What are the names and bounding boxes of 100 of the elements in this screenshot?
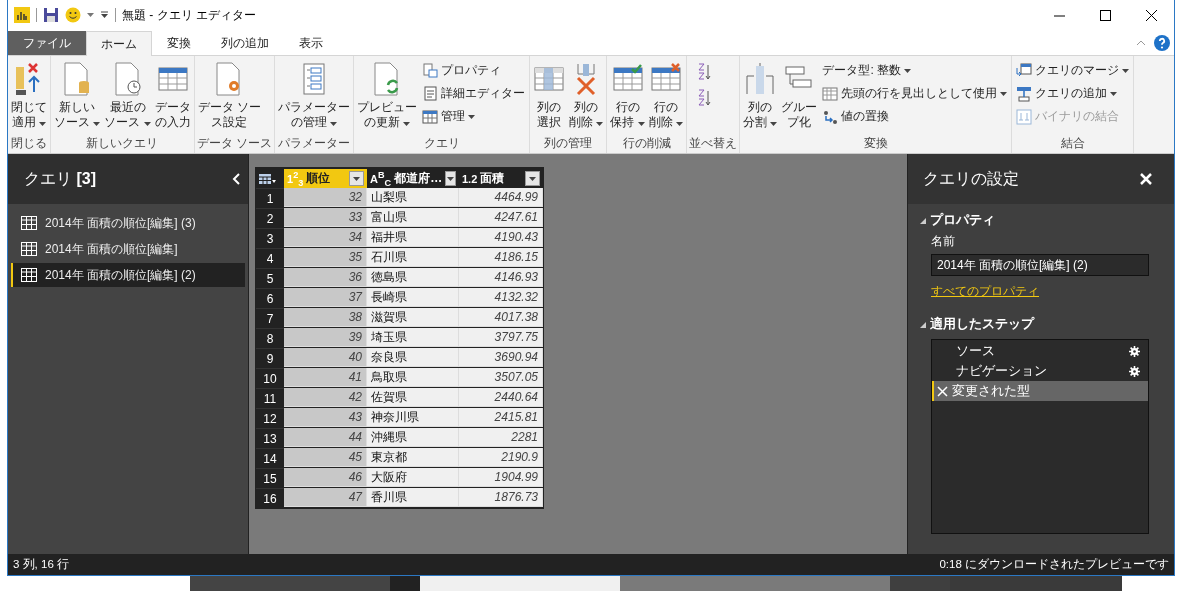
smiley-icon[interactable]	[65, 7, 81, 23]
table-cell: 徳島県	[367, 268, 459, 287]
table-cell: 39	[284, 328, 367, 347]
table-cell: 4464.99	[459, 188, 543, 207]
filter-dropdown[interactable]	[525, 171, 540, 186]
ribbon-tab[interactable]: 表示	[284, 31, 338, 55]
ribbon-button[interactable]: 行の 削除	[647, 60, 685, 135]
ribbon-button[interactable]: 最近の ソース	[103, 60, 152, 135]
table-cell: 45	[284, 448, 367, 467]
sort-ascending-button[interactable]	[697, 62, 712, 82]
ribbon-button[interactable]: 新しい ソース	[53, 60, 102, 135]
panel-title: クエリ [3]	[24, 168, 96, 189]
column-title: 都道府…	[394, 170, 443, 187]
table-cell: 2190.9	[459, 448, 543, 467]
query-item[interactable]: 2014年 面積の順位[編集]	[11, 237, 245, 261]
ribbon-tab[interactable]: ホーム	[86, 31, 152, 56]
table-cell: 4017.38	[459, 308, 543, 327]
field-label: 名前	[931, 233, 956, 250]
table-cell: 福井県	[367, 228, 459, 247]
ribbon-button[interactable]: データ の入力	[153, 60, 192, 135]
table-icon	[822, 85, 839, 102]
ribbon-button[interactable]: データ ソー ス設定	[196, 60, 263, 135]
collapse-ribbon-icon[interactable]	[1136, 40, 1146, 46]
ribbon-tab[interactable]: ファイル	[8, 31, 86, 55]
table-cell: 滋賀県	[367, 308, 459, 327]
table-icon	[422, 108, 439, 125]
table-cell: 石川県	[367, 248, 459, 267]
table-icon	[21, 268, 37, 282]
applied-step[interactable]: 変更された型	[932, 381, 1148, 401]
ribbon-button[interactable]: 値の置換	[820, 106, 1010, 127]
ribbon-tab[interactable]: 列の追加	[206, 31, 284, 55]
table-cell: 37	[284, 288, 367, 307]
table-cell: 34	[284, 228, 367, 247]
ribbon-button[interactable]: 列の 選択	[532, 60, 567, 135]
table-cell: 佐賀県	[367, 388, 459, 407]
all-properties-link[interactable]: すべてのプロパティ	[931, 283, 1039, 300]
table-menu-icon[interactable]	[259, 173, 277, 184]
save-icon[interactable]	[43, 7, 59, 23]
column-header[interactable]: 1.2 面積	[459, 169, 543, 188]
table-cell: 47	[284, 488, 367, 507]
caret-icon	[87, 13, 94, 17]
ribbon-button[interactable]: クエリの追加	[1014, 83, 1132, 104]
table-cell: 沖縄県	[367, 428, 459, 447]
table-cell: 大阪府	[367, 468, 459, 487]
ribbon-button[interactable]: 行の 保持	[609, 60, 646, 135]
filter-dropdown[interactable]	[349, 171, 364, 186]
ribbon-button[interactable]: クエリのマージ	[1014, 60, 1132, 81]
collapse-icon[interactable]	[232, 173, 240, 185]
replace-values-icon	[822, 108, 839, 125]
table-cell: 35	[284, 248, 367, 267]
ribbon-button[interactable]: 列の 分割	[742, 60, 779, 135]
table-cell: 富山県	[367, 208, 459, 227]
section-title: プロパティ	[930, 212, 995, 229]
ribbon-button[interactable]: 列の 削除	[568, 60, 605, 135]
ribbon-button[interactable]: プロパティ	[420, 60, 528, 81]
gear-icon[interactable]	[1129, 345, 1140, 357]
applied-step[interactable]: ソース	[932, 341, 1148, 361]
caret-icon	[353, 176, 360, 181]
column-title: 順位	[306, 170, 332, 187]
group-label: 変換	[863, 135, 888, 152]
caret-icon	[529, 176, 536, 181]
table-cell: 32	[284, 188, 367, 207]
group-label: データ ソース	[196, 135, 273, 152]
filter-dropdown[interactable]	[445, 171, 456, 186]
table-cell: 4190.43	[459, 228, 543, 247]
caret-icon	[447, 176, 455, 181]
ribbon-button[interactable]: データ型: 整数	[820, 60, 1010, 81]
group-label: 閉じる	[11, 135, 47, 152]
delete-step-icon[interactable]	[937, 385, 948, 397]
table-cell: 40	[284, 348, 367, 367]
query-item[interactable]: 2014年 面積の順位[編集] (3)	[11, 211, 245, 235]
ribbon-tab[interactable]: 変換	[152, 31, 206, 55]
close-icon[interactable]	[1145, 9, 1157, 21]
applied-step[interactable]: ナビゲーション	[932, 361, 1148, 381]
table-cell: 42	[284, 388, 367, 407]
table-cell: 4247.61	[459, 208, 543, 227]
ribbon-button[interactable]: 閉じて 適用	[10, 60, 48, 135]
combine-binaries-icon	[1016, 108, 1033, 125]
section-title: 適用したステップ	[930, 316, 1034, 333]
query-item[interactable]: 2014年 面積の順位[編集] (2)	[11, 263, 245, 287]
customize-dropdown-icon[interactable]	[100, 11, 109, 19]
ribbon-button[interactable]: 詳細エディター	[420, 83, 528, 104]
table-cell: 2415.81	[459, 408, 543, 427]
ribbon-button[interactable]: プレビュー の更新	[356, 60, 419, 135]
gear-icon[interactable]	[1129, 365, 1140, 377]
table-cell: 43	[284, 408, 367, 427]
ribbon-button[interactable]: パラメーター の管理	[277, 60, 352, 135]
ribbon-button[interactable]: グルー プ化	[780, 60, 819, 135]
sort-ascending-icon	[697, 62, 712, 82]
ribbon-button[interactable]: 先頭の行を見出しとして使用	[820, 83, 1010, 104]
group-label: 列の管理	[544, 135, 593, 152]
table-cell: 3507.05	[459, 368, 543, 387]
sort-descending-button[interactable]	[697, 88, 712, 108]
help-icon[interactable]	[1154, 35, 1170, 51]
maximize-icon[interactable]	[1099, 9, 1111, 21]
column-header[interactable]: 1$^{2}$$_{3}$ 順位	[284, 169, 367, 188]
column-header[interactable]: A$^{B}$$_{C}$ 都道府…	[367, 169, 459, 188]
ribbon-button[interactable]: 管理	[420, 106, 528, 127]
name-field[interactable]: 2014年 面積の順位[編集] (2)	[931, 254, 1149, 276]
table-icon	[21, 216, 37, 230]
